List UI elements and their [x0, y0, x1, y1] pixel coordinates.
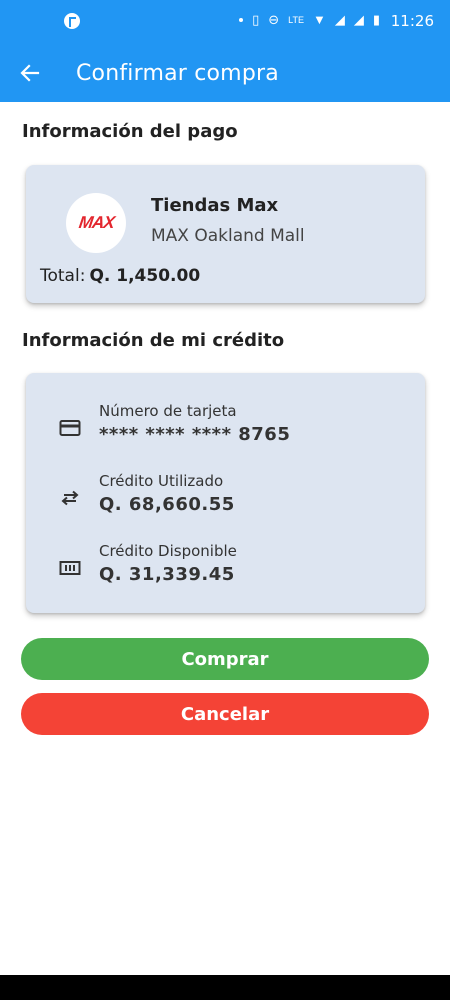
- credit-card: Número de tarjeta **** **** **** 8765 Cr…: [26, 373, 425, 613]
- status-time: 11:26: [390, 12, 434, 30]
- arrow-back-icon: [20, 64, 40, 82]
- store-branch: MAX Oakland Mall: [151, 226, 305, 246]
- status-bar: ▯ ⊖ LTE ▼ ◢ ◢ ▮ 11:26: [0, 0, 450, 44]
- available-credit-value: Q. 31,339.45: [99, 564, 235, 585]
- notification-dot-icon: [239, 18, 244, 22]
- app-notification-icon: [64, 13, 80, 29]
- card-number-value: **** **** **** 8765: [99, 424, 291, 445]
- payment-card: MAX Tiendas Max MAX Oakland Mall Total: Q…: [26, 165, 425, 303]
- used-credit-label: Crédito Utilizado: [99, 472, 224, 490]
- total-amount: Q. 1,450.00: [89, 266, 201, 286]
- used-credit-row: Crédito Utilizado Q. 68,660.55: [26, 472, 425, 532]
- credit-section-title: Información de mi crédito: [22, 330, 285, 351]
- system-navigation-bar: [0, 975, 450, 1000]
- used-credit-value: Q. 68,660.55: [99, 494, 235, 515]
- available-credit-row: Crédito Disponible Q. 31,339.45: [26, 542, 425, 602]
- swap-arrows-icon: [61, 490, 79, 506]
- store-logo: MAX: [66, 193, 126, 253]
- available-credit-label: Crédito Disponible: [99, 542, 237, 560]
- network-type-label: LTE: [288, 15, 304, 25]
- signal-icon: ◢: [334, 12, 345, 27]
- wifi-icon: ▼: [312, 12, 326, 27]
- do-not-disturb-icon: ⊖: [268, 12, 280, 27]
- store-name: Tiendas Max: [151, 195, 279, 216]
- credit-card-icon: [59, 420, 81, 436]
- store-logo-text: MAX: [77, 213, 115, 232]
- cancel-button[interactable]: Cancelar: [21, 693, 429, 735]
- payment-section-title: Información del pago: [22, 121, 238, 142]
- app-bar: Confirmar compra: [0, 44, 450, 102]
- back-button[interactable]: [14, 57, 46, 89]
- total-label: Total:: [40, 266, 86, 286]
- card-number-label: Número de tarjeta: [99, 402, 237, 420]
- card-number-row: Número de tarjeta **** **** **** 8765: [26, 402, 425, 462]
- signal-2-icon: ◢: [353, 12, 364, 27]
- page-title: Confirmar compra: [76, 61, 279, 86]
- confirm-purchase-button[interactable]: Comprar: [21, 638, 429, 680]
- money-icon: [59, 561, 81, 575]
- battery-icon: ▮: [372, 12, 380, 27]
- vibrate-icon: ▯: [252, 12, 260, 27]
- total-row: Total: Q. 1,450.00: [40, 266, 200, 286]
- status-icons: ▯ ⊖ LTE ▼ ◢ ◢ ▮: [239, 12, 380, 28]
